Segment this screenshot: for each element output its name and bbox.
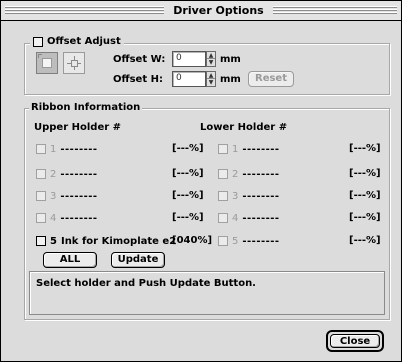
lower-holder-2-checkbox[interactable] xyxy=(218,169,228,179)
upper-holder-row[interactable]: 5 Ink for Kimoplate e2 xyxy=(36,235,176,247)
upper-holder-header: Upper Holder # xyxy=(34,122,122,133)
holder-number: 3 xyxy=(232,190,239,202)
origin-align-icon[interactable] xyxy=(36,52,58,74)
upper-holder-5-checkbox[interactable] xyxy=(36,236,46,246)
offset-h-label: Offset H: xyxy=(113,74,163,85)
close-button[interactable]: Close xyxy=(326,330,384,352)
offset-h-unit: mm xyxy=(220,74,241,85)
upper-holder-1-checkbox[interactable] xyxy=(36,144,46,154)
holder-number: 4 xyxy=(50,212,57,224)
holder-ribbon-name: -------- xyxy=(60,143,98,155)
offset-w-field[interactable]: 0 xyxy=(172,51,206,67)
lower-holder-5-checkbox[interactable] xyxy=(218,236,228,246)
upper-holder-percent: [---%] xyxy=(172,168,204,179)
title-bar-stripes-right xyxy=(273,6,397,15)
offset-w-label: Offset W: xyxy=(113,54,166,65)
lower-holder-percent: [---%] xyxy=(349,235,381,246)
origin-square xyxy=(42,58,52,68)
holder-ribbon-name: Ink for Kimoplate e2 xyxy=(60,235,177,247)
stepper-down-arrow-icon[interactable]: ▼ xyxy=(207,79,215,86)
holder-ribbon-name: -------- xyxy=(242,143,280,155)
holder-ribbon-name: -------- xyxy=(242,212,280,224)
origin-corner-mark xyxy=(38,54,42,58)
upper-holder-row[interactable]: 4 -------- xyxy=(36,212,98,224)
offset-w-stepper[interactable]: ▲ ▼ xyxy=(206,51,216,67)
holder-ribbon-name: -------- xyxy=(242,190,280,202)
title-bar[interactable]: Driver Options xyxy=(1,1,401,21)
holder-ribbon-name: -------- xyxy=(242,168,280,180)
all-button[interactable]: ALL xyxy=(43,252,97,268)
lower-holder-percent: [---%] xyxy=(349,190,381,201)
holder-number: 4 xyxy=(232,212,239,224)
upper-holder-percent: [---%] xyxy=(172,143,204,154)
window-title: Driver Options xyxy=(173,4,264,17)
offset-adjust-label: Offset Adjust xyxy=(47,36,121,47)
holder-number: 1 xyxy=(50,143,57,155)
ribbon-information-legend: Ribbon Information xyxy=(29,102,143,113)
holder-ribbon-name: -------- xyxy=(60,190,98,202)
lower-holder-3-checkbox[interactable] xyxy=(218,191,228,201)
upper-holder-percent: [040%] xyxy=(172,235,213,246)
upper-holder-percent: [---%] xyxy=(172,212,204,223)
status-message-box: Select holder and Push Update Button. xyxy=(29,271,385,315)
close-button-label: Close xyxy=(330,334,380,348)
holder-number: 2 xyxy=(232,168,239,180)
reset-button[interactable]: Reset xyxy=(248,71,294,87)
stepper-down-arrow-icon[interactable]: ▼ xyxy=(207,59,215,66)
lower-holder-row[interactable]: 1 -------- xyxy=(218,143,280,155)
stepper-up-arrow-icon[interactable]: ▲ xyxy=(207,72,215,79)
lower-holder-4-checkbox[interactable] xyxy=(218,213,228,223)
holder-ribbon-name: -------- xyxy=(60,212,98,224)
lower-holder-1-checkbox[interactable] xyxy=(218,144,228,154)
holder-number: 5 xyxy=(232,235,239,247)
upper-holder-4-checkbox[interactable] xyxy=(36,213,46,223)
upper-holder-row[interactable]: 1 -------- xyxy=(36,143,98,155)
center-align-icon[interactable] xyxy=(63,52,85,74)
lower-holder-row[interactable]: 3 -------- xyxy=(218,190,280,202)
lower-holder-percent: [---%] xyxy=(349,168,381,179)
upper-holder-row[interactable]: 3 -------- xyxy=(36,190,98,202)
holder-number: 3 xyxy=(50,190,57,202)
upper-holder-2-checkbox[interactable] xyxy=(36,169,46,179)
lower-holder-percent: [---%] xyxy=(349,143,381,154)
offset-h-stepper[interactable]: ▲ ▼ xyxy=(206,71,216,87)
update-button[interactable]: Update xyxy=(111,252,165,268)
lower-holder-percent: [---%] xyxy=(349,212,381,223)
holder-ribbon-name: -------- xyxy=(242,235,280,247)
holder-number: 5 xyxy=(50,235,57,247)
offset-adjust-checkbox[interactable] xyxy=(33,36,43,47)
driver-options-window: Driver Options Offset Adjust Offset W: 0… xyxy=(0,0,402,362)
upper-holder-row[interactable]: 2 -------- xyxy=(36,168,98,180)
offset-adjust-legend[interactable]: Offset Adjust xyxy=(30,36,124,47)
holder-number: 2 xyxy=(50,168,57,180)
holder-ribbon-name: -------- xyxy=(60,168,98,180)
title-bar-stripes-left xyxy=(5,6,164,15)
offset-w-unit: mm xyxy=(220,54,241,65)
lower-holder-header: Lower Holder # xyxy=(200,122,288,133)
holder-number: 1 xyxy=(232,143,239,155)
crosshair-center-box xyxy=(71,60,78,67)
stepper-up-arrow-icon[interactable]: ▲ xyxy=(207,52,215,59)
offset-h-field[interactable]: 0 xyxy=(172,71,206,87)
upper-holder-3-checkbox[interactable] xyxy=(36,191,46,201)
lower-holder-row[interactable]: 2 -------- xyxy=(218,168,280,180)
upper-holder-percent: [---%] xyxy=(172,190,204,201)
lower-holder-row[interactable]: 4 -------- xyxy=(218,212,280,224)
lower-holder-row[interactable]: 5 -------- xyxy=(218,235,280,247)
